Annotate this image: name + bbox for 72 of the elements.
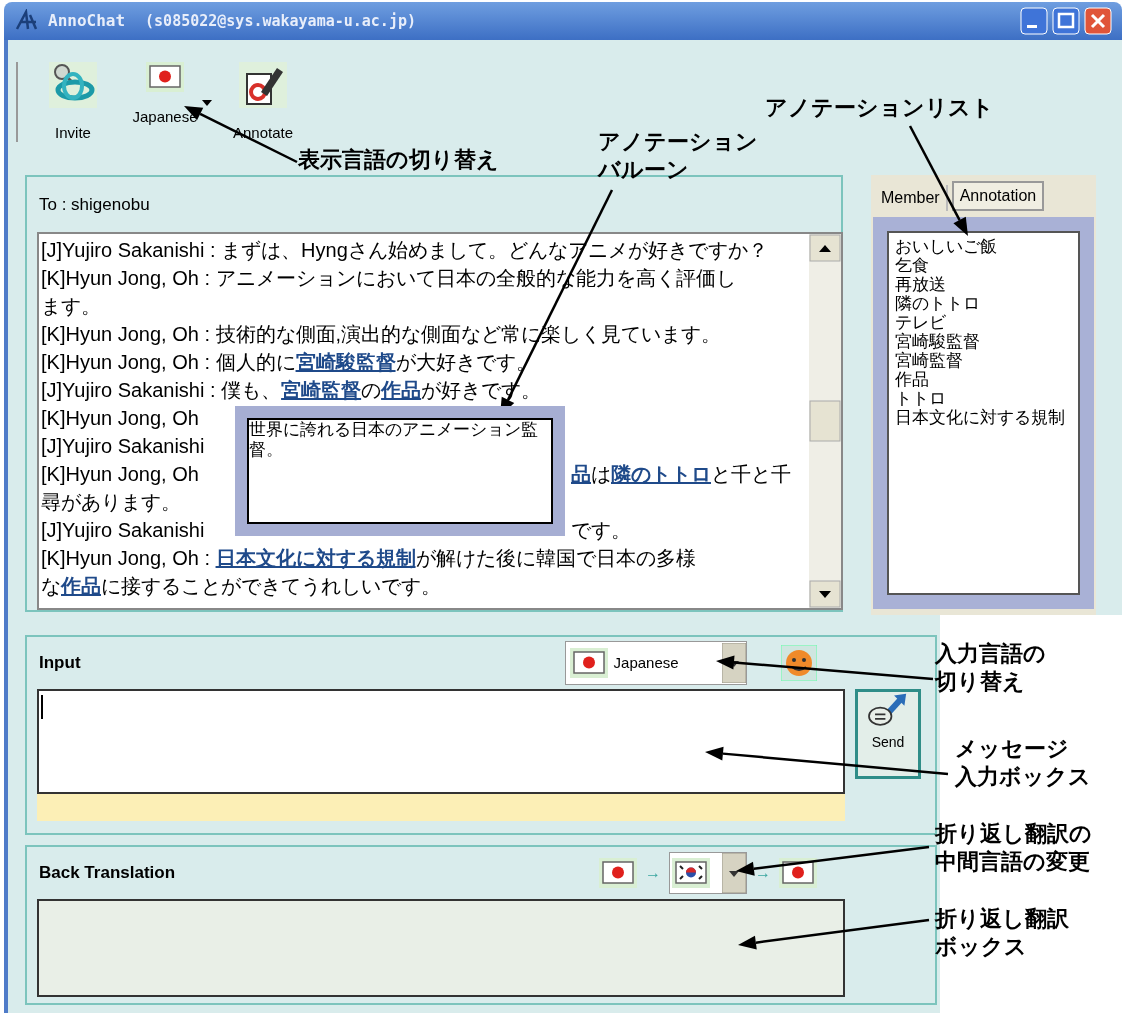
- callout-label: メッセージ: [955, 735, 1069, 763]
- annotation-link[interactable]: 隣のトトロ: [611, 463, 711, 485]
- chat-message: [K]Hyun Jong, Oh : 個人的に宮崎駿監督が大好きです。: [41, 350, 537, 375]
- balloon-text: 世界に誇れる日本のアニメーション監督。: [247, 418, 553, 524]
- text-cursor: [41, 695, 43, 719]
- maximize-button[interactable]: [1052, 7, 1080, 35]
- callout-label: バルーン: [598, 156, 689, 184]
- chat-message: [K]Hyun Jong, Oh : 日本文化に対する規制が解けた後に韓国で日本の多様 な作品に接することができてうれしいです。: [41, 546, 697, 599]
- annotation-list-item[interactable]: 隣のトトロ: [895, 294, 1078, 313]
- back-translation-title: Back Translation: [39, 862, 176, 885]
- callout-label: 入力言語の: [935, 640, 1046, 668]
- chat-speaker: [K]Hyun Jong, Oh: [41, 407, 199, 429]
- annotation-link[interactable]: 作品: [381, 379, 422, 401]
- flag-icon: [672, 858, 711, 888]
- callout-label: 表示言語の切り替え: [298, 146, 499, 174]
- scroll-down-icon[interactable]: [809, 580, 841, 608]
- flag-icon: [146, 62, 184, 92]
- message-input-field[interactable]: [37, 689, 845, 794]
- chat-speaker: [K]Hyun Jong, Oh: [41, 463, 199, 485]
- scrollbar[interactable]: [809, 234, 841, 608]
- rings-icon: [49, 62, 97, 108]
- callout-label: 折り返し翻訳: [935, 905, 1069, 933]
- arrow-glyph: →: [645, 863, 662, 883]
- scroll-thumb[interactable]: [809, 400, 841, 442]
- annotation-list-item[interactable]: おいしいご飯: [895, 237, 1078, 256]
- caret-icon[interactable]: [202, 100, 212, 106]
- callout-label: アノテーション: [598, 128, 758, 156]
- chat-speaker: [J]Yujiro Sakanishi: [41, 519, 205, 541]
- annotation-list-item[interactable]: 宮崎駿監督: [895, 332, 1078, 351]
- callout-label: 折り返し翻訳の: [935, 820, 1092, 848]
- annotation-list-item[interactable]: テレビ: [895, 313, 1078, 332]
- annotation-list-item[interactable]: 乞食: [895, 256, 1078, 275]
- callout-label: 切り替え: [935, 668, 1025, 696]
- flag-icon: [779, 858, 818, 888]
- flag-icon: [599, 858, 638, 888]
- flag-icon: [569, 648, 608, 678]
- tab[interactable]: Annotation: [951, 181, 1045, 211]
- annotation-list-item[interactable]: 作品: [895, 370, 1078, 389]
- annotation-link[interactable]: 宮崎駿監督: [295, 351, 396, 373]
- callout-label: アノテーションリスト: [765, 94, 994, 122]
- window-title: AnnoChat: [48, 10, 126, 32]
- annotation-link[interactable]: 品: [571, 463, 591, 485]
- input-title: Input: [39, 652, 81, 675]
- annotation-list-item[interactable]: 宮崎監督: [895, 351, 1078, 370]
- chat-message-fragment: です。: [571, 518, 631, 543]
- annotation-link[interactable]: 作品: [61, 575, 101, 597]
- send-button[interactable]: Send: [855, 689, 921, 779]
- scroll-up-icon[interactable]: [809, 234, 841, 262]
- smiley-icon[interactable]: [780, 645, 817, 681]
- chat-message-fragment: 品は隣のトトロ と千と千: [571, 462, 791, 487]
- tab[interactable]: Member: [875, 185, 948, 211]
- dropdown-arrow-icon[interactable]: [722, 853, 747, 893]
- annotation-link[interactable]: 日本文化に対する規制: [215, 547, 416, 569]
- account-address: (s085022@sys.wakayama-u.ac.jp): [145, 10, 416, 32]
- callout-label: 入力ボックス: [955, 763, 1091, 791]
- chat-speaker: [J]Yujiro Sakanishi: [41, 435, 205, 457]
- annotation-list-item[interactable]: 日本文化に対する規制: [895, 408, 1078, 427]
- toolbar-button[interactable]: Invite: [36, 62, 128, 142]
- callout-label: ボックス: [935, 933, 1027, 961]
- document-pencil-icon: [239, 62, 287, 108]
- toolbar-button[interactable]: Japanese: [128, 62, 226, 126]
- recipient-label: To : shigenobu: [39, 195, 150, 214]
- language-dropdown[interactable]: Japanese: [564, 641, 747, 685]
- close-button[interactable]: [1084, 7, 1112, 35]
- annotation-list-item[interactable]: トトロ: [895, 389, 1078, 408]
- annotation-list-item[interactable]: 再放送: [895, 275, 1078, 294]
- callout-label: 中間言語の変更: [935, 848, 1090, 876]
- chat-message-fragment: 尋があります。: [41, 491, 181, 513]
- minimize-button[interactable]: [1020, 7, 1048, 35]
- arrow-glyph: →: [755, 863, 772, 883]
- annotation-link[interactable]: 宮崎監督: [281, 379, 362, 401]
- language-dropdown[interactable]: [669, 852, 748, 894]
